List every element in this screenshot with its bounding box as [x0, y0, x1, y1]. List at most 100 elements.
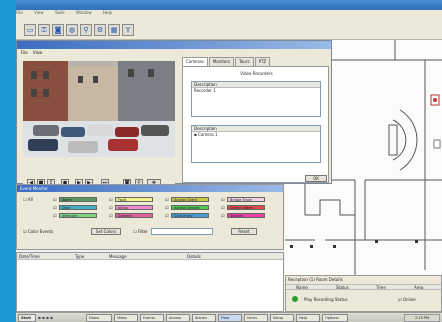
menu-item-window[interactable]: Window	[76, 10, 92, 15]
event-type-checkbox[interactable]: ☑	[165, 197, 169, 202]
event-color-swatch[interactable]: Access Grant	[171, 197, 209, 202]
antenna-icon[interactable]: Y	[122, 24, 134, 36]
start-button[interactable]: Start	[18, 314, 36, 322]
door-icon[interactable]: ▭	[24, 24, 36, 36]
set-colors-button[interactable]: Set Colors	[91, 228, 121, 235]
column-header-message[interactable]: Message	[109, 254, 127, 259]
event-color-swatch[interactable]: Door	[59, 205, 97, 210]
online-checkbox[interactable]: ☑ Online	[398, 297, 416, 302]
app-titlebar	[16, 0, 442, 10]
menu-item-file[interactable]: File	[16, 10, 23, 15]
column-header-time[interactable]: Time	[376, 285, 386, 290]
app-menubar: File View Tools Window Help	[16, 10, 442, 20]
event-type-checkbox[interactable]: ☑	[165, 213, 169, 218]
camera-video-feed[interactable]: ◀ ■ ‖ ● ▶ ▶ ⏭ ◙ ⚲ ✥	[23, 61, 175, 185]
tab-cameras[interactable]: Cameras	[182, 57, 208, 66]
event-color-swatch[interactable]: Fault	[115, 197, 153, 202]
event-type-checkbox[interactable]: ☑	[53, 213, 57, 218]
menu-item-help[interactable]: Help	[103, 10, 112, 15]
event-log-table[interactable]: Date/Time Type Message Details	[16, 252, 284, 312]
reset-button[interactable]: Reset	[231, 228, 257, 235]
menu-item-view[interactable]: View	[34, 10, 44, 15]
taskbar-item[interactable]: Events	[140, 314, 164, 322]
event-type-checkbox[interactable]: ☑	[109, 205, 113, 210]
video-window: File View ◀ ■ ‖ ● ▶ ▶ ⏭ ◙ ⚲ ✥ Cameras Mo…	[16, 40, 332, 185]
taskbar-item[interactable]: Alarms	[192, 314, 216, 322]
search-icon[interactable]: ⚲	[80, 24, 92, 36]
video-menu-view[interactable]: View	[33, 50, 43, 55]
event-panel-title: Event Monitor	[17, 185, 283, 192]
status-indicator-icon	[292, 296, 298, 302]
event-color-swatch[interactable]: Intrus	[115, 205, 153, 210]
video-window-menu: File View	[17, 49, 331, 57]
camera-icon: ▪	[194, 132, 197, 137]
menu-item-tools[interactable]: Tools	[55, 10, 65, 15]
taskbar-item[interactable]: Doors	[86, 314, 112, 322]
filter-input[interactable]	[151, 228, 213, 235]
taskbar-item[interactable]: Help	[296, 314, 320, 322]
event-color-swatch[interactable]: Access Denied	[171, 205, 209, 210]
event-type-checkbox[interactable]: ☑	[221, 197, 225, 202]
panel-heading: Video Recorders	[240, 71, 273, 76]
event-color-swatch[interactable]: Card Entry	[171, 213, 209, 218]
list-item[interactable]: ▪ Camera 1	[192, 132, 320, 137]
taskbar-item[interactable]: Intrus	[244, 314, 268, 322]
event-type-checkbox[interactable]: ☑	[221, 213, 225, 218]
taskbar-item[interactable]: Access	[166, 314, 190, 322]
column-header-area[interactable]: Area	[414, 285, 423, 290]
recorders-panel: Video Recorders Description Recorder 1 D…	[182, 66, 329, 183]
all-checkbox[interactable]: ☐ All	[23, 197, 33, 202]
room-details-title: Reception (1) Room Details	[288, 277, 343, 282]
ok-button[interactable]: OK	[305, 175, 327, 182]
globe-icon[interactable]: ◍	[66, 24, 78, 36]
column-header-details[interactable]: Details	[187, 254, 201, 259]
filter-checkbox[interactable]: ☐ Filter	[133, 229, 148, 234]
building-icon[interactable]: ▦	[108, 24, 120, 36]
camera-list[interactable]: Description ▪ Camera 1	[191, 125, 321, 163]
taskbar-item[interactable]: Setup	[270, 314, 294, 322]
room-details-header: Name Status Time Area	[286, 284, 441, 290]
event-type-checkbox[interactable]: ☑	[53, 205, 57, 210]
event-log-header: Date/Time Type Message Details	[17, 253, 283, 260]
event-type-checkbox[interactable]: ☑	[109, 213, 113, 218]
color-events-label: Color Events	[27, 229, 54, 234]
camera-icon[interactable]: ◙	[52, 24, 64, 36]
list-item[interactable]: Recorder 1	[192, 88, 320, 93]
taskbar-item[interactable]: Video	[114, 314, 138, 322]
event-color-swatch[interactable]: Duress Alarm	[227, 205, 265, 210]
tab-ptz[interactable]: PTZ	[254, 57, 271, 66]
event-color-swatch[interactable]: Bridge Trace	[227, 197, 265, 202]
event-color-swatch[interactable]: System	[227, 213, 265, 218]
video-menu-file[interactable]: File	[21, 50, 28, 55]
event-type-checkbox[interactable]: ☑	[109, 197, 113, 202]
recorder-list[interactable]: Description Recorder 1	[191, 81, 321, 117]
event-filter-panel: Event Monitor ☐ All ☑ Alarm ☑ Fault ☑ Access …	[16, 184, 284, 250]
event-type-checkbox[interactable]: ☑	[221, 205, 225, 210]
event-color-swatch[interactable]: Intercom	[59, 213, 97, 218]
column-header-name[interactable]: Name	[296, 285, 308, 290]
camera-list-item-label: Camera 1	[198, 132, 218, 137]
room-row-text[interactable]: Play Recording Status	[304, 297, 348, 302]
event-type-checkbox[interactable]: ☑	[165, 205, 169, 210]
main-toolbar: ▭ ⚿ ◙ ◍ ⚲ ⚙ ▦ Y	[16, 20, 442, 40]
tab-monitors[interactable]: Monitors	[208, 57, 235, 66]
event-color-grid: ☑ Alarm ☑ Fault ☑ Access Grant ☑ Bridge Trace ☑ D…	[53, 197, 273, 221]
gear-icon[interactable]: ⚙	[94, 24, 106, 36]
room-details-panel: Reception (1) Room Details Name Status T…	[285, 275, 442, 312]
column-header-status[interactable]: Status	[336, 285, 349, 290]
video-window-titlebar[interactable]	[17, 41, 331, 49]
event-color-swatch[interactable]: Camera	[115, 213, 153, 218]
taskbar-item[interactable]: Floor	[218, 314, 242, 322]
video-tabs: Cameras Monitors Tours PTZ	[182, 57, 327, 66]
column-header-datetime[interactable]: Date/Time	[19, 254, 40, 259]
quick-launch-icons[interactable]: ▪ ▪ ▪ ▪	[38, 315, 82, 321]
column-header-type[interactable]: Type	[75, 254, 84, 259]
color-events-checkbox[interactable]: ☑ Color Events	[23, 229, 53, 234]
tab-tours[interactable]: Tours	[235, 57, 254, 66]
key-icon[interactable]: ⚿	[38, 24, 50, 36]
street-scene	[23, 61, 175, 157]
taskbar-item[interactable]: Options	[322, 314, 348, 322]
system-clock[interactable]: 2:15 PM	[404, 314, 440, 322]
event-type-checkbox[interactable]: ☑	[53, 197, 57, 202]
event-color-swatch[interactable]: Alarm	[59, 197, 97, 202]
